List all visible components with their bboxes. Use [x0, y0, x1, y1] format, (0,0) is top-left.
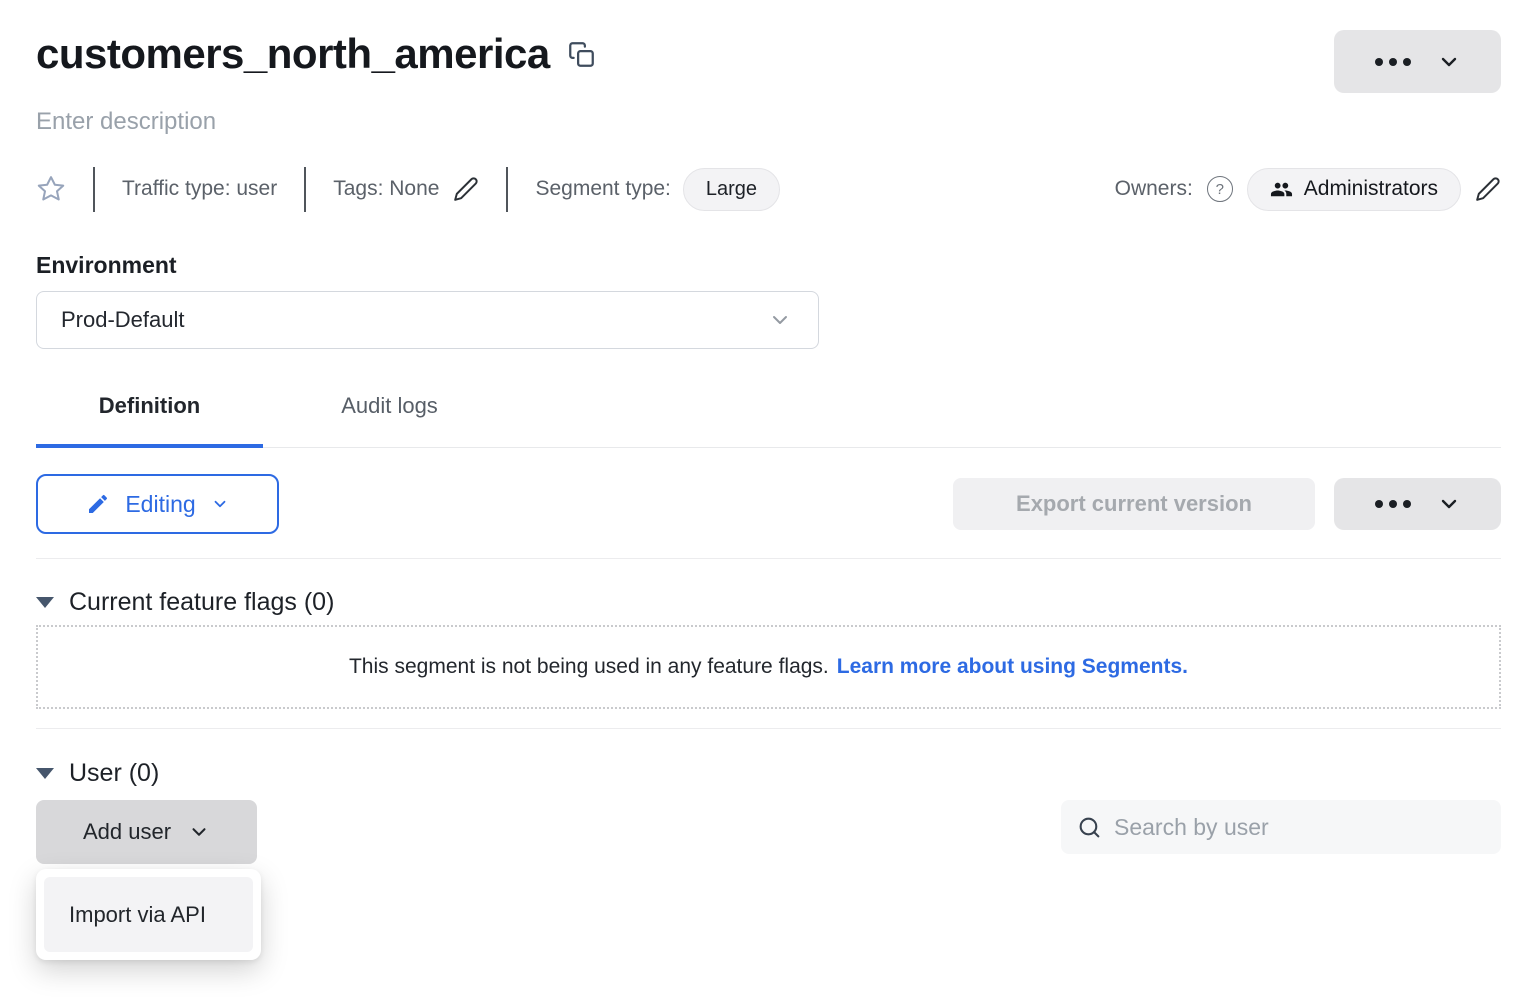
toolbar-more-menu-button[interactable]: [1334, 478, 1501, 530]
add-user-label: Add user: [83, 819, 171, 845]
ellipsis-icon: [1375, 500, 1411, 508]
segment-detail-page: customers_north_america Enter descriptio…: [0, 0, 1536, 1002]
menu-item-import-via-api[interactable]: Import via API: [44, 877, 253, 952]
editing-label: Editing: [125, 491, 195, 518]
meta-row: Traffic type: user Tags: None Segment ty…: [36, 166, 1501, 212]
pencil-icon: [86, 492, 110, 516]
user-search-box[interactable]: [1061, 800, 1501, 854]
add-user-button[interactable]: Add user: [36, 800, 257, 864]
tags-label: Tags: None: [333, 177, 439, 201]
definition-toolbar: Editing Export current version: [36, 474, 1501, 534]
header-more-menu-button[interactable]: [1334, 30, 1501, 93]
page-title: customers_north_america: [36, 30, 550, 78]
edit-owners-icon[interactable]: [1475, 176, 1501, 202]
divider: [304, 167, 306, 212]
chevron-down-icon: [211, 495, 229, 513]
divider: [36, 558, 1501, 559]
caret-down-icon: [36, 597, 54, 608]
user-heading-label: User (0): [69, 759, 159, 788]
tab-bar: Definition Audit logs: [36, 389, 1501, 448]
page-header: customers_north_america: [36, 30, 1501, 93]
user-controls-row: Add user Import via API: [36, 800, 1501, 864]
search-by-user-input[interactable]: [1114, 814, 1485, 841]
empty-state-text: This segment is not being used in any fe…: [349, 655, 829, 679]
ellipsis-icon: [1375, 58, 1411, 66]
environment-label: Environment: [36, 252, 1501, 279]
environment-select[interactable]: Prod-Default: [36, 291, 819, 349]
export-current-version-button[interactable]: Export current version: [953, 478, 1315, 530]
feature-flags-heading-label: Current feature flags (0): [69, 588, 334, 617]
owners-value: Administrators: [1304, 177, 1438, 201]
edit-tags-icon[interactable]: [453, 176, 479, 202]
tab-audit-logs[interactable]: Audit logs: [263, 389, 516, 447]
divider: [36, 728, 1501, 729]
copy-icon[interactable]: [568, 41, 595, 68]
owners-label: Owners:: [1115, 177, 1193, 201]
learn-more-link[interactable]: Learn more about using Segments.: [837, 655, 1188, 679]
environment-selected-value: Prod-Default: [61, 307, 185, 333]
traffic-type-label: Traffic type: user: [122, 177, 277, 201]
chevron-down-icon: [1437, 50, 1461, 74]
chevron-down-icon: [1437, 492, 1461, 516]
group-icon: [1270, 178, 1293, 201]
editing-status-button[interactable]: Editing: [36, 474, 279, 534]
divider: [506, 167, 508, 212]
divider: [93, 167, 95, 212]
help-icon[interactable]: ?: [1207, 176, 1233, 202]
favorite-star-icon[interactable]: [36, 174, 66, 204]
chevron-down-icon: [768, 308, 792, 332]
tab-definition[interactable]: Definition: [36, 389, 263, 447]
segment-type-label: Segment type:: [535, 177, 670, 201]
environment-section: Environment Prod-Default: [36, 252, 1501, 349]
caret-down-icon: [36, 768, 54, 779]
segment-type-badge: Large: [683, 168, 780, 211]
feature-flags-section-heading[interactable]: Current feature flags (0): [36, 588, 1501, 617]
chevron-down-icon: [188, 821, 210, 843]
description-placeholder[interactable]: Enter description: [36, 108, 1501, 136]
user-section-heading[interactable]: User (0): [36, 759, 1501, 788]
feature-flags-empty-state: This segment is not being used in any fe…: [36, 625, 1501, 709]
search-icon: [1077, 815, 1102, 840]
owners-badge[interactable]: Administrators: [1247, 168, 1461, 211]
add-user-dropdown-menu: Import via API: [36, 869, 261, 960]
